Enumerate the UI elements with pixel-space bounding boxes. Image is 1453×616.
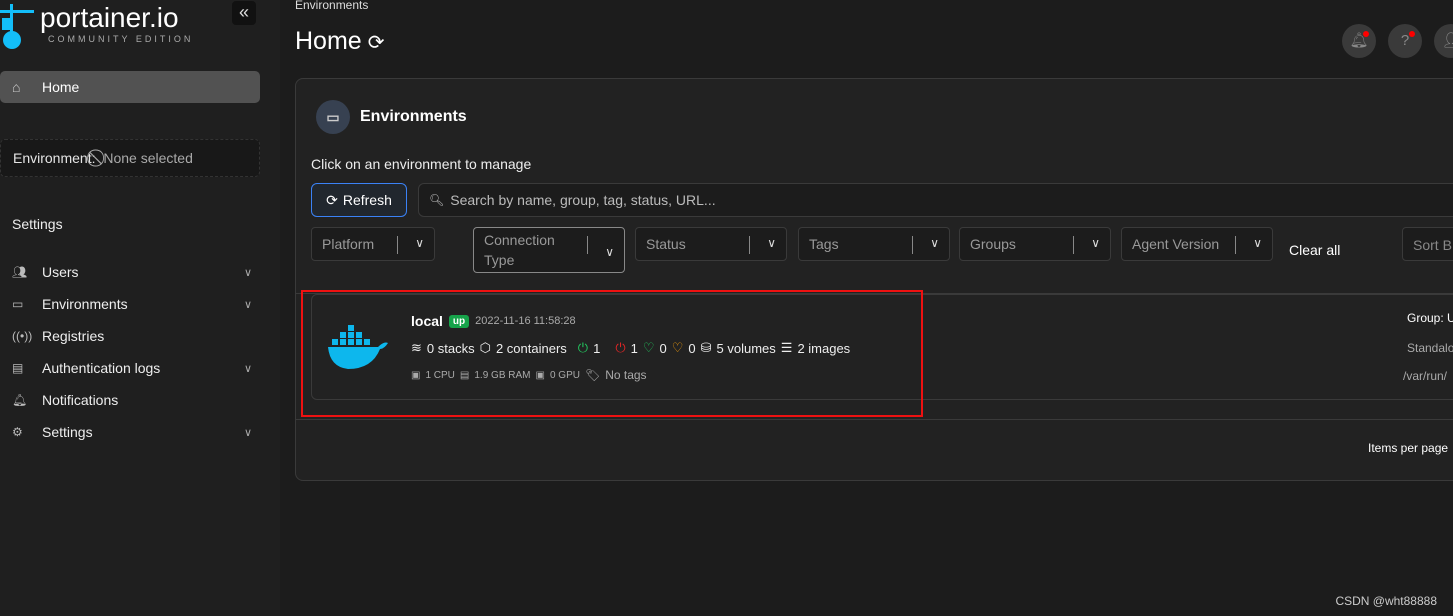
page-title-text: Home	[295, 27, 362, 55]
chevron-down-icon: ∨	[605, 245, 614, 259]
help-button[interactable]: ?	[1388, 24, 1422, 58]
radio-icon: ((•))	[12, 329, 33, 343]
chevron-down-icon: ∨	[415, 236, 424, 250]
filter-groups[interactable]: Groups ∨	[959, 227, 1111, 261]
sidebar-item-label: Authentication logs	[42, 360, 161, 376]
help-icon: ?	[1400, 32, 1410, 49]
filter-label: Tags	[809, 236, 839, 252]
group-label: Group: U	[1407, 311, 1453, 325]
refresh-icon[interactable]: ⟳	[368, 32, 385, 54]
filter-label: Status	[646, 236, 686, 252]
sidebar-item-registries[interactable]: ((•)) Registries	[12, 320, 252, 352]
filter-connection-type[interactable]: Connection Type ∨	[473, 227, 625, 273]
filter-label: Groups	[970, 236, 1016, 252]
filter-agent-version[interactable]: Agent Version ∨	[1121, 227, 1273, 261]
settings-nav: 👥︎ Users ∨ ▭ Environments ∨ ((•)) Registries ▤ Au…	[12, 256, 252, 448]
hdd-icon: ▭	[316, 100, 350, 134]
user-icon: 👤︎	[1441, 32, 1453, 49]
logo-text: portainer.io	[40, 2, 179, 33]
settings-heading: Settings	[12, 216, 63, 232]
logo-subtitle: COMMUNITY EDITION	[48, 34, 194, 44]
refresh-icon: ⟳	[326, 191, 338, 208]
filter-status[interactable]: Status ∨	[635, 227, 787, 261]
filter-label: Agent Version	[1132, 236, 1220, 252]
search-input[interactable]: 🔍︎ Search by name, group, tag, status, UR…	[418, 183, 1453, 217]
items-per-page-label: Items per page	[1368, 441, 1449, 455]
highlight-box	[301, 290, 923, 417]
sidebar-item-label: Environments	[42, 296, 128, 312]
sidebar-item-settings[interactable]: ⚙ Settings ∨	[12, 416, 252, 448]
environment-label: Environment:	[13, 150, 96, 166]
user-menu-button[interactable]: 👤︎	[1434, 24, 1453, 58]
sidebar-item-home[interactable]: ⌂ Home	[0, 71, 260, 103]
chevron-down-icon: ∨	[1091, 236, 1100, 250]
page-title: Home ⟳	[295, 27, 384, 56]
chevron-down-icon[interactable]: ∨	[244, 266, 252, 279]
sidebar-item-label: Users	[42, 264, 79, 280]
sort-by-select[interactable]: Sort B	[1402, 227, 1453, 261]
refresh-label: Refresh	[342, 192, 392, 208]
sidebar-item-label: Notifications	[42, 392, 119, 408]
main: Environments Home ⟳ 🔔︎ ? 👤︎ ▭ Environments…	[280, 0, 1453, 616]
panel-title: Environments	[360, 108, 467, 125]
portainer-logo[interactable]: portainer.io COMMUNITY EDITION	[0, 2, 193, 50]
crane-logo-icon	[0, 4, 34, 49]
clear-all-button[interactable]: Clear all	[1289, 242, 1340, 258]
environment-value: None selected	[103, 150, 193, 166]
chevron-down-icon: ∨	[767, 236, 776, 250]
home-icon: ⌂	[12, 79, 21, 95]
search-placeholder: Search by name, group, tag, status, URL.…	[450, 192, 716, 208]
environment-type: Standalo	[1407, 341, 1453, 355]
hdd-icon: ▭	[12, 297, 24, 311]
filter-label: Connection Type	[484, 232, 555, 268]
sidebar-item-label: Registries	[42, 328, 105, 344]
sidebar-item-users[interactable]: 👥︎ Users ∨	[12, 256, 252, 288]
bell-icon: 🔔︎	[12, 393, 28, 407]
filter-tags[interactable]: Tags ∨	[798, 227, 950, 261]
filter-label: Platform	[322, 236, 375, 252]
chevron-down-icon[interactable]: ∨	[244, 362, 252, 375]
sidebar: portainer.io COMMUNITY EDITION « ⌂ Home En…	[0, 0, 280, 616]
search-icon: 🔍︎	[429, 193, 445, 207]
environment-selector: Environment: ⃠None selected	[0, 139, 260, 177]
sidebar-item-authentication-logs[interactable]: ▤ Authentication logs ∨	[12, 352, 252, 384]
filter-platform[interactable]: Platform ∨	[311, 227, 435, 261]
environment-url: /var/run/	[1403, 369, 1448, 383]
watermark: CSDN @wht88888	[1335, 594, 1437, 608]
chevron-down-icon: ∨	[1253, 236, 1262, 250]
sidebar-item-notifications[interactable]: 🔔︎ Notifications	[12, 384, 252, 416]
chevron-down-icon: ∨	[930, 236, 939, 250]
collapse-sidebar-button[interactable]: «	[232, 1, 256, 25]
sidebar-item-label: Home	[42, 79, 80, 95]
notifications-button[interactable]: 🔔︎	[1342, 24, 1376, 58]
hint-text: Click on an environment to manage	[311, 156, 532, 172]
gear-icon: ⚙	[12, 425, 23, 439]
sidebar-item-label: Settings	[42, 424, 93, 440]
sidebar-item-environments[interactable]: ▭ Environments ∨	[12, 288, 252, 320]
breadcrumb[interactable]: Environments	[295, 0, 368, 12]
refresh-button[interactable]: ⟳ Refresh	[311, 183, 407, 217]
users-icon: 👥︎	[12, 265, 28, 279]
file-icon: ▤	[12, 361, 24, 375]
divider	[296, 419, 1453, 420]
chevron-down-icon[interactable]: ∨	[244, 426, 252, 439]
environments-panel: ▭ Environments Click on an environment to…	[295, 78, 1453, 481]
chevron-down-icon[interactable]: ∨	[244, 298, 252, 311]
